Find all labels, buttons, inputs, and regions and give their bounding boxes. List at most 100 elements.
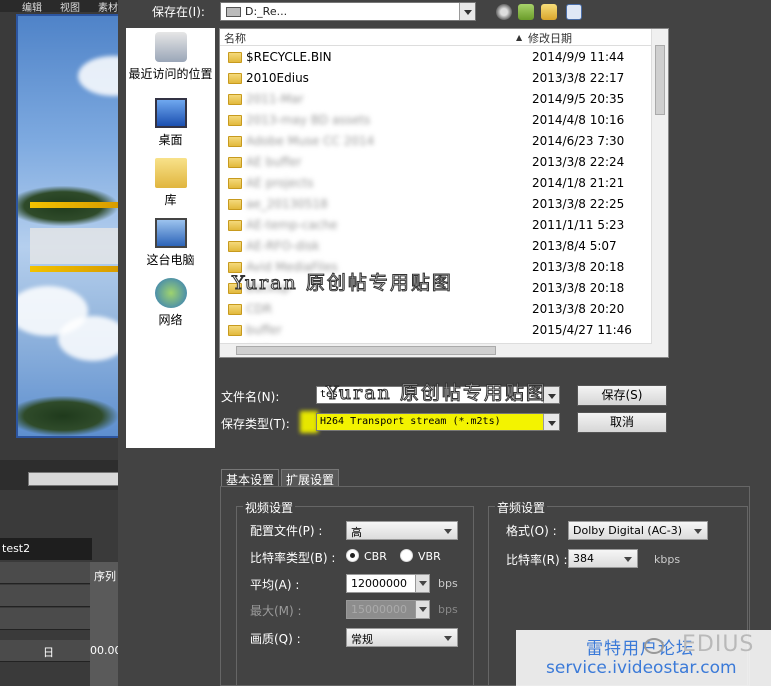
filetype-label: 保存类型(T): [221,417,290,431]
file-list[interactable]: 名称 ▲ 修改日期 $RECYCLE.BIN 2014/9/9 11:44 2010… [219,28,669,358]
file-row[interactable]: 2011-Mar 2014/9/5 20:35 [220,89,652,110]
place-this-pc[interactable]: 这台电脑 [126,218,215,268]
library-icon [154,158,187,188]
profile-value: 高 [351,526,362,539]
save-in-combo[interactable]: D:_Re... [220,2,476,21]
folder-icon [228,136,242,147]
chevron-down-icon [694,529,702,534]
folder-icon [228,241,242,252]
place-label: 库 [164,193,177,207]
track-header[interactable] [0,562,90,584]
vertical-scrollbar[interactable] [651,29,668,357]
file-date: 2011/1/11 5:23 [532,218,625,232]
cancel-button[interactable]: 取消 [577,412,667,433]
horizontal-scrollbar[interactable] [220,343,652,357]
new-folder-icon[interactable] [541,4,557,20]
folder-icon [228,94,242,105]
place-label: 网络 [158,313,183,327]
file-row[interactable]: buffer 2015/4/27 11:46 [220,320,652,341]
place-library[interactable]: 库 [126,158,215,208]
folder-icon [228,157,242,168]
timeline-scrubber[interactable] [28,472,130,486]
quality-select[interactable]: 常规 [346,628,458,647]
vbr-radio[interactable] [400,549,413,562]
file-row[interactable]: $RECYCLE.BIN 2014/9/9 11:44 [220,47,652,68]
cbr-radio[interactable] [346,549,359,562]
place-desktop[interactable]: 桌面 [126,98,215,148]
filetype-select[interactable]: H264 Transport stream (*.m2ts) [316,413,560,431]
desktop-icon [154,98,187,128]
profile-select[interactable]: 高 [346,521,458,540]
brand-url-text: service.ivideostar.com [546,658,737,678]
file-name: 2011-Mar [246,92,304,106]
place-recent[interactable]: 最近访问的位置 [126,32,215,82]
sort-ascending-icon: ▲ [516,33,523,42]
file-row[interactable]: Adobe Muse CC 2014 2014/6/23 7:30 [220,131,652,152]
file-row[interactable]: CDR 2013/3/8 20:20 [220,299,652,320]
file-row[interactable]: AE projects 2014/1/8 21:21 [220,173,652,194]
tab-basic-settings[interactable]: 基本设置 [221,469,280,487]
chevron-down-icon[interactable] [415,575,429,592]
edius-logo: EDIUS [682,632,755,657]
menu-view[interactable]: 视图 [60,0,80,14]
file-date: 2013/3/8 20:18 [532,281,625,295]
folder-icon [228,73,242,84]
audio-group-title: 音频设置 [495,499,548,516]
file-name: 2010Edius [246,71,309,85]
menu-clip[interactable]: 素材 [98,0,118,14]
file-row[interactable]: ae_20130518 2013/3/8 22:25 [220,194,652,215]
timecode-fragment: 00.00 [90,644,122,657]
max-bitrate-value: 15000000 [351,603,407,616]
bitrate-type-label: 比特率类型(B) : [250,551,336,565]
title-bar-bottom [30,266,118,272]
file-rows: $RECYCLE.BIN 2014/9/9 11:44 2010Edius 2013/… [220,47,652,357]
scroll-thumb[interactable] [236,346,496,355]
file-row[interactable]: 2013-may BD assets 2014/4/8 10:16 [220,110,652,131]
file-row[interactable]: 2010Edius 2013/3/8 22:17 [220,68,652,89]
average-bitrate-spinner[interactable]: 12000000 [346,574,430,593]
audio-bitrate-select[interactable]: 384 [568,549,638,568]
file-name: 2013-may BD assets [246,113,371,127]
video-group-title: 视频设置 [243,499,296,516]
place-label: 这台电脑 [146,253,195,267]
file-list-header: 名称 ▲ 修改日期 [220,29,652,46]
day-label: 日 [43,646,54,659]
filetype-value: H264 Transport stream (*.m2ts) [320,416,501,427]
tab-extended-settings[interactable]: 扩展设置 [281,469,340,487]
file-row[interactable]: AE-temp-cache 2011/1/11 5:23 [220,215,652,236]
save-button[interactable]: 保存(S) [577,385,667,406]
file-date: 2014/4/8 10:16 [532,113,625,127]
chevron-down-icon[interactable] [543,414,559,430]
folder-icon [228,199,242,210]
file-name: CDR [246,302,272,316]
file-row[interactable]: AE buffer 2013/3/8 22:24 [220,152,652,173]
chevron-down-icon[interactable] [459,3,475,20]
file-date: 2013/3/8 22:25 [532,197,625,211]
file-date: 2014/9/5 20:35 [532,92,625,106]
file-row[interactable]: AE-RFO-disk 2013/8/4 5:07 [220,236,652,257]
place-network[interactable]: 网络 [126,278,215,328]
max-bitrate-spinner: 15000000 [346,600,430,619]
column-header-date[interactable]: 修改日期 [528,30,572,46]
folder-icon [228,52,242,63]
track-header[interactable]: 日 [0,640,90,662]
filename-label: 文件名(N): [221,390,280,404]
sequence-label: 序列 [94,570,116,583]
quality-label: 画质(Q) : [250,632,301,646]
sequence-tab[interactable]: test2 [0,538,92,560]
audio-bitrate-label: 比特率(R) : [506,553,568,567]
back-icon[interactable] [496,4,512,20]
scroll-thumb[interactable] [655,45,665,115]
track-header[interactable] [0,585,90,607]
file-name: AE-temp-cache [246,218,338,232]
up-folder-icon[interactable] [518,4,534,20]
audio-bitrate-value: 384 [573,552,594,565]
save-in-label: 保存在(I): [152,5,205,19]
track-header[interactable] [0,608,90,630]
view-menu-icon[interactable] [566,4,582,20]
recent-places-icon [154,32,187,62]
audio-format-select[interactable]: Dolby Digital (AC-3) [568,521,708,540]
vbr-label: VBR [418,550,441,563]
menu-edit[interactable]: 编辑 [22,0,42,14]
column-header-name[interactable]: 名称 [224,30,246,46]
